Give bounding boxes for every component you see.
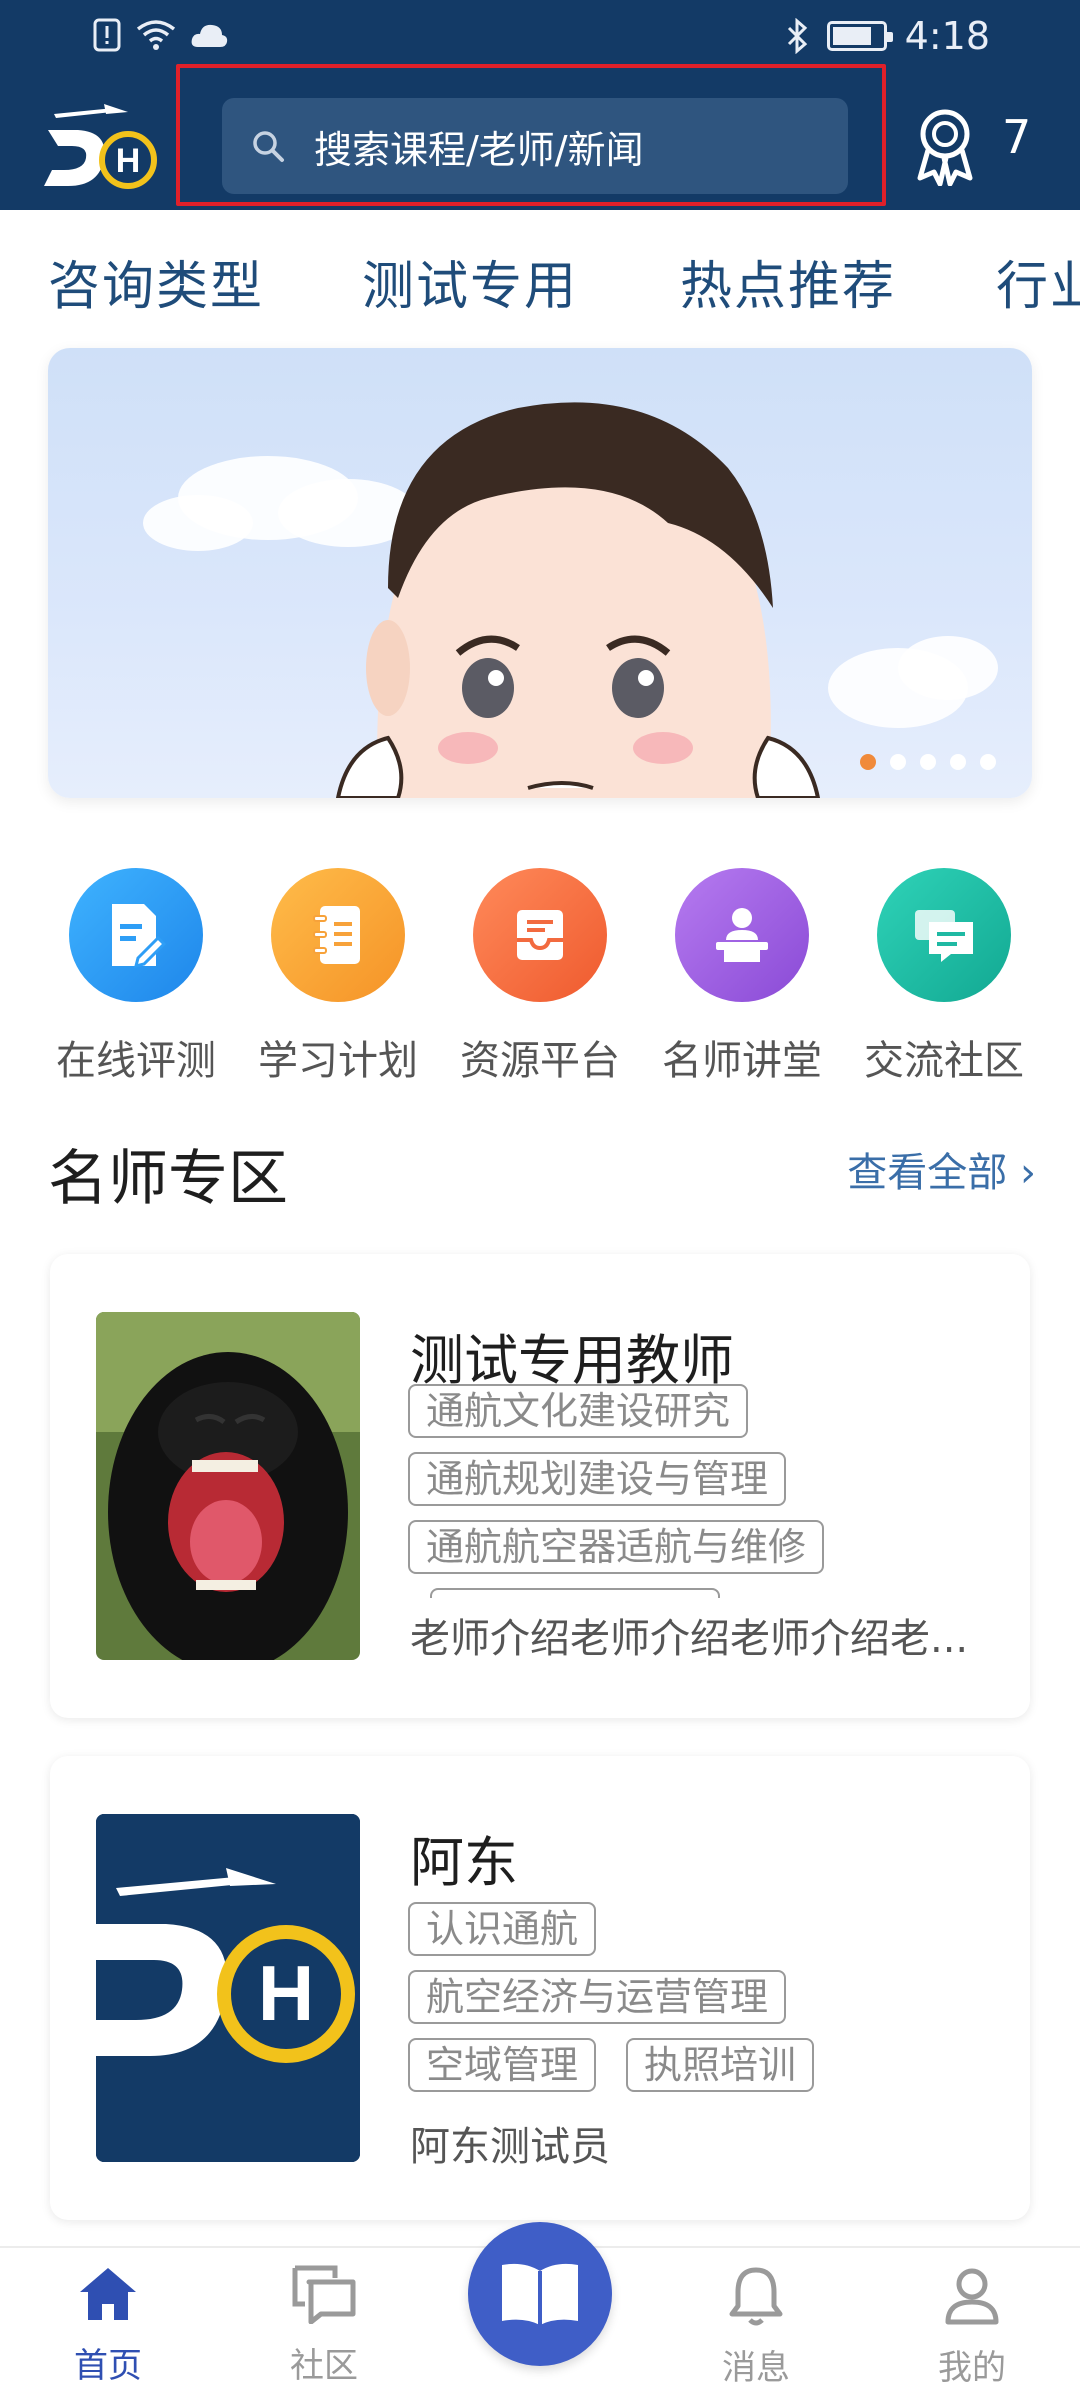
banner-pagination [860, 754, 996, 770]
search-highlight: 搜索课程/老师/新闻 [176, 64, 886, 206]
bluetooth-icon [787, 18, 807, 54]
pagination-dot[interactable] [890, 754, 906, 770]
book-icon [502, 2263, 578, 2325]
bottom-nav: 首页 社区 消息 我的 [0, 2222, 1080, 2400]
pagination-dot[interactable] [860, 754, 876, 770]
quick-action-community[interactable]: 交流社区 [844, 868, 1044, 1086]
center-book-button[interactable] [468, 2222, 612, 2366]
status-time: 4:18 [904, 14, 990, 58]
teacher-intro: 阿东测试员 [410, 2124, 610, 2170]
teacher-photo [96, 1312, 360, 1660]
quick-action-label: 名师讲堂 [662, 1038, 822, 1084]
banner-carousel[interactable] [48, 348, 1032, 798]
svg-text:H: H [116, 142, 141, 180]
nav-label: 消息 [722, 2348, 790, 2388]
nav-label: 社区 [290, 2346, 358, 2386]
quick-action-lecture-hall[interactable]: 名师讲堂 [642, 868, 842, 1086]
teacher-tag: 执照培训 [626, 2038, 815, 2092]
pagination-dot[interactable] [950, 754, 966, 770]
award-icon[interactable] [910, 106, 980, 186]
teacher-tag: 空域管理 [408, 2038, 597, 2092]
teacher-tag: 通航航空器适航与维修 [408, 1520, 825, 1574]
nav-label: 我的 [938, 2348, 1006, 2388]
cloud-icon [191, 24, 228, 47]
overflow-tag-edge [430, 1588, 720, 1598]
teacher-tag: 通航规划建设与管理 [408, 1452, 787, 1506]
quick-action-label: 学习计划 [258, 1038, 418, 1084]
teacher-name: 阿东 [410, 1831, 518, 1894]
pagination-dot[interactable] [920, 754, 936, 770]
teacher-tag: 认识通航 [408, 1902, 597, 1956]
chat-icon [877, 868, 1011, 1002]
teacher-intro: 老师介绍老师介绍老师介绍老... [410, 1616, 969, 1662]
view-all-link[interactable]: 查看全部 › [847, 1140, 1036, 1198]
user-icon [945, 2268, 999, 2325]
lecturer-icon [675, 868, 809, 1002]
teacher-tag: 通航文化建设研究 [408, 1384, 749, 1438]
home-icon [80, 2268, 136, 2320]
svg-text:H: H [258, 1949, 314, 2037]
battery-icon [826, 21, 893, 51]
category-tab[interactable]: 咨询类型 [48, 244, 264, 319]
quick-action-study-plan[interactable]: 学习计划 [238, 868, 438, 1086]
quick-action-label: 交流社区 [864, 1038, 1024, 1084]
inbox-icon [473, 868, 607, 1002]
search-icon [248, 126, 288, 166]
banner-illustration [143, 402, 998, 798]
quick-action-online-test[interactable]: 在线评测 [36, 868, 236, 1086]
nav-community[interactable]: 社区 [244, 2264, 404, 2387]
nav-home[interactable]: 首页 [28, 2264, 188, 2387]
teacher-tag: 航空经济与运营管理 [408, 1970, 787, 2024]
alert-icon [93, 18, 121, 52]
teacher-card[interactable]: 测试专用教师 通航文化建设研究 通航规划建设与管理 通航航空器适航与维修 老师介… [50, 1254, 1030, 1718]
dh-logo: H [44, 104, 157, 189]
quick-action-resources[interactable]: 资源平台 [440, 868, 640, 1086]
award-count: 7 [1002, 110, 1032, 164]
teacher-card[interactable]: H 阿东 认识通航 航空经济与运营管理 空域管理 执照培训 阿东测试员 [50, 1756, 1030, 2220]
category-tab[interactable]: 热点推荐 [680, 244, 896, 319]
quick-actions: 在线评测 学习计划 资源平台 名师讲堂 交流社区 [0, 868, 1080, 1088]
bell-icon [729, 2267, 783, 2326]
teacher-photo: H [96, 1814, 360, 2162]
notebook-icon [271, 868, 405, 1002]
quick-action-label: 在线评测 [56, 1038, 216, 1084]
nav-profile[interactable]: 我的 [892, 2264, 1052, 2389]
document-edit-icon [69, 868, 203, 1002]
nav-label: 首页 [74, 2346, 142, 2386]
category-tab[interactable]: 行业 [996, 244, 1080, 319]
wifi-icon [136, 20, 176, 50]
search-bar[interactable]: 搜索课程/老师/新闻 [222, 98, 848, 194]
community-icon [292, 2265, 356, 2325]
section-title: 名师专区 [48, 1144, 288, 1214]
quick-action-label: 资源平台 [460, 1038, 620, 1084]
app-header: 4:18 H 搜索课程/老师/新闻 7 [0, 0, 1080, 210]
category-tabs: 咨询类型 测试专用 热点推荐 行业 [0, 210, 1080, 340]
category-tab[interactable]: 测试专用 [362, 244, 578, 319]
nav-messages[interactable]: 消息 [676, 2264, 836, 2389]
search-placeholder: 搜索课程/老师/新闻 [314, 127, 644, 172]
pagination-dot[interactable] [980, 754, 996, 770]
